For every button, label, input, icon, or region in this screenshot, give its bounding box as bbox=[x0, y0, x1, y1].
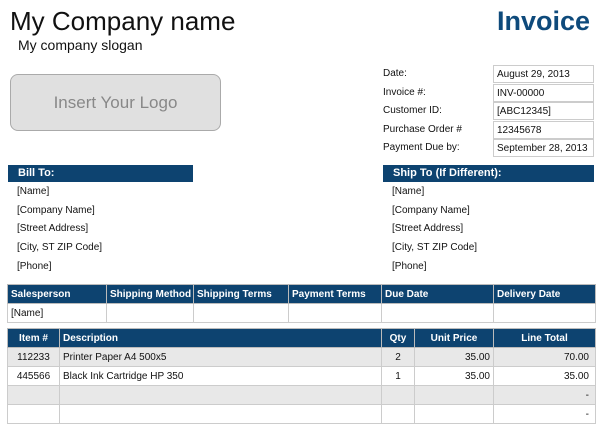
item-cell[interactable]: 1 bbox=[381, 366, 415, 386]
info-label: Date: bbox=[383, 68, 407, 79]
item-cell[interactable]: Black Ink Cartridge HP 350 bbox=[59, 366, 382, 386]
item-row: - bbox=[7, 385, 596, 405]
ship-to-line[interactable]: [Name] bbox=[392, 186, 424, 197]
item-row: 112233 Printer Paper A4 500x5 2 35.00 70.00 bbox=[7, 347, 596, 367]
items-table: Item # Description Qty Unit Price Line Total… bbox=[7, 328, 596, 424]
item-cell[interactable]: - bbox=[493, 404, 596, 424]
item-column-header: Line Total bbox=[493, 328, 596, 348]
item-cell[interactable]: - bbox=[493, 385, 596, 405]
info-label: Customer ID: bbox=[383, 105, 442, 117]
item-column-header: Qty bbox=[381, 328, 415, 348]
shipping-column-header: Due Date bbox=[381, 284, 494, 304]
bill-to-line[interactable]: [Street Address] bbox=[17, 223, 88, 234]
shipping-cell[interactable] bbox=[288, 303, 382, 323]
info-label: Purchase Order # bbox=[383, 123, 462, 135]
shipping-column-header: Payment Terms bbox=[288, 284, 382, 304]
info-value-field[interactable]: [ABC12345] bbox=[493, 102, 594, 121]
item-column-header: Unit Price bbox=[414, 328, 494, 348]
item-cell[interactable] bbox=[59, 404, 382, 424]
item-cell[interactable] bbox=[7, 404, 60, 424]
shipping-cell[interactable]: [Name] bbox=[7, 303, 107, 323]
shipping-cell[interactable] bbox=[381, 303, 494, 323]
bill-to-line[interactable]: [Company Name] bbox=[17, 205, 95, 216]
company-name: My Company name bbox=[10, 6, 236, 36]
company-slogan: My company slogan bbox=[18, 37, 143, 53]
ship-to-line[interactable]: [Street Address] bbox=[392, 223, 463, 234]
item-cell[interactable] bbox=[381, 385, 415, 405]
item-cell[interactable]: 35.00 bbox=[493, 366, 596, 386]
bill-to-header: Bill To: bbox=[8, 165, 193, 182]
shipping-cell[interactable] bbox=[493, 303, 596, 323]
item-column-header: Item # bbox=[7, 328, 60, 348]
item-cell[interactable]: 445566 bbox=[7, 366, 60, 386]
ship-to-line[interactable]: [Company Name] bbox=[392, 205, 470, 216]
logo-placeholder[interactable]: Insert Your Logo bbox=[10, 74, 221, 131]
item-row: - bbox=[7, 404, 596, 424]
info-value-field[interactable]: 12345678 bbox=[493, 120, 594, 139]
ship-to-line[interactable]: [Phone] bbox=[392, 261, 426, 272]
item-column-header: Description bbox=[59, 328, 382, 348]
shipping-table: Salesperson Shipping Method Shipping Terms… bbox=[7, 284, 596, 323]
item-cell[interactable] bbox=[7, 385, 60, 405]
item-cell[interactable]: 70.00 bbox=[493, 347, 596, 367]
bill-to-line[interactable]: [City, ST ZIP Code] bbox=[17, 242, 102, 253]
item-cell[interactable] bbox=[59, 385, 382, 405]
shipping-column-header: Shipping Method bbox=[106, 284, 194, 304]
info-value-field[interactable]: August 29, 2013 bbox=[493, 65, 594, 83]
item-cell[interactable]: 35.00 bbox=[414, 347, 494, 367]
info-label: Payment Due by: bbox=[383, 142, 460, 154]
invoice-title: Invoice bbox=[496, 6, 590, 36]
shipping-column-header: Delivery Date bbox=[493, 284, 596, 304]
item-cell[interactable] bbox=[414, 385, 494, 405]
ship-to-header: Ship To (If Different): bbox=[383, 165, 594, 182]
info-value-field[interactable]: INV-00000 bbox=[493, 83, 594, 102]
bill-to-line[interactable]: [Name] bbox=[17, 186, 49, 197]
item-cell[interactable]: 112233 bbox=[7, 347, 60, 367]
item-row: 445566 Black Ink Cartridge HP 350 1 35.00 35… bbox=[7, 366, 596, 386]
bill-to-line[interactable]: [Phone] bbox=[17, 261, 51, 272]
shipping-column-header: Salesperson bbox=[7, 284, 107, 304]
item-cell[interactable] bbox=[414, 404, 494, 424]
item-cell[interactable]: Printer Paper A4 500x5 bbox=[59, 347, 382, 367]
ship-to-line[interactable]: [City, ST ZIP Code] bbox=[392, 242, 477, 253]
item-cell[interactable]: 2 bbox=[381, 347, 415, 367]
shipping-column-header: Shipping Terms bbox=[193, 284, 289, 304]
item-cell[interactable]: 35.00 bbox=[414, 366, 494, 386]
shipping-cell[interactable] bbox=[106, 303, 194, 323]
item-cell[interactable] bbox=[381, 404, 415, 424]
info-value-field[interactable]: September 28, 2013 bbox=[493, 139, 594, 158]
shipping-cell[interactable] bbox=[193, 303, 289, 323]
info-label: Invoice #: bbox=[383, 86, 426, 98]
